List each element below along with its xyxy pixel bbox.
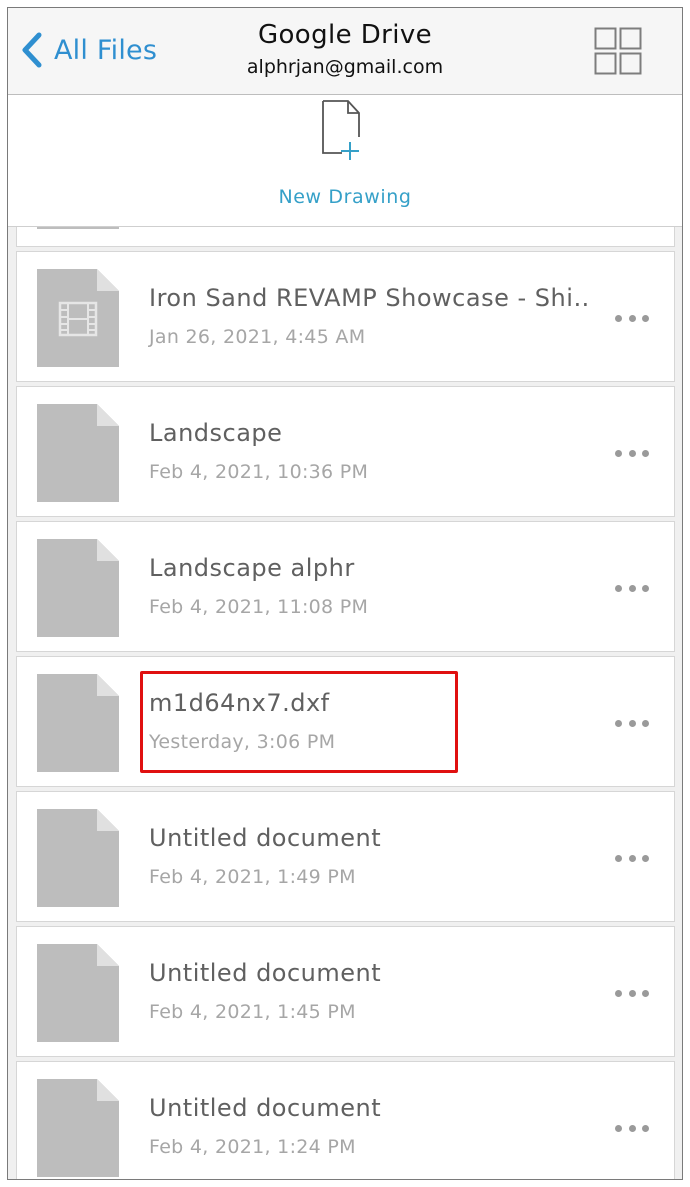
more-options-button[interactable] — [615, 713, 649, 733]
more-options-button[interactable] — [615, 983, 649, 1003]
file-thumbnail-edge — [37, 227, 119, 229]
new-drawing-button[interactable]: New Drawing — [8, 95, 682, 227]
file-name: Untitled document — [149, 959, 382, 987]
list-item-partial — [16, 227, 675, 247]
more-horizontal-icon — [615, 1124, 622, 1132]
app-window: All Files Google Drive alphrjan@gmail.co… — [7, 7, 683, 1180]
file-row[interactable]: Untitled document Feb 4, 2021, 1:24 PM — [16, 1061, 675, 1179]
file-icon — [37, 404, 119, 502]
new-drawing-label: New Drawing — [278, 186, 412, 208]
file-row-selected[interactable]: m1d64nx7.dxf Yesterday, 3:06 PM — [16, 656, 675, 787]
grid-view-icon — [594, 27, 642, 75]
file-list: Iron Sand REVAMP Showcase - Shi… Jan 26,… — [16, 227, 675, 1179]
more-horizontal-icon — [615, 584, 622, 592]
file-date: Feb 4, 2021, 11:08 PM — [149, 596, 369, 618]
file-row[interactable]: Untitled document Feb 4, 2021, 1:45 PM — [16, 926, 675, 1057]
file-date: Feb 4, 2021, 10:36 PM — [149, 461, 369, 483]
file-date: Feb 4, 2021, 1:24 PM — [149, 1136, 356, 1158]
file-name: Untitled document — [149, 1094, 382, 1122]
more-options-button[interactable] — [615, 308, 649, 328]
more-options-button[interactable] — [615, 1118, 649, 1138]
file-icon — [37, 1079, 119, 1177]
file-icon — [37, 674, 119, 772]
file-name: Landscape alphr — [149, 554, 355, 582]
more-options-button[interactable] — [615, 578, 649, 598]
file-icon — [37, 809, 119, 907]
file-row[interactable]: Untitled document Feb 4, 2021, 1:49 PM — [16, 791, 675, 922]
file-name: Untitled document — [149, 824, 382, 852]
file-date: Feb 4, 2021, 1:45 PM — [149, 1001, 356, 1023]
highlight-annotation-box — [140, 671, 458, 773]
page-title: Google Drive — [257, 20, 433, 50]
file-icon — [37, 539, 119, 637]
new-file-icon — [322, 100, 360, 160]
file-name: Iron Sand REVAMP Showcase - Shi… — [149, 284, 589, 312]
file-icon — [37, 944, 119, 1042]
video-file-icon — [37, 269, 119, 367]
file-row[interactable]: Landscape Feb 4, 2021, 10:36 PM — [16, 386, 675, 517]
file-row[interactable]: Landscape alphr Feb 4, 2021, 11:08 PM — [16, 521, 675, 652]
file-date: Feb 4, 2021, 1:49 PM — [149, 866, 356, 888]
more-horizontal-icon — [615, 314, 622, 322]
grid-view-button[interactable] — [594, 27, 642, 75]
more-options-button[interactable] — [615, 848, 649, 868]
file-date: Jan 26, 2021, 4:45 AM — [149, 326, 366, 348]
title-block: Google Drive alphrjan@gmail.com — [8, 18, 682, 80]
more-horizontal-icon — [615, 719, 622, 727]
file-name: Landscape — [149, 419, 283, 447]
more-horizontal-icon — [615, 854, 622, 862]
navigation-bar: All Files Google Drive alphrjan@gmail.co… — [8, 8, 682, 95]
file-row[interactable]: Iron Sand REVAMP Showcase - Shi… Jan 26,… — [16, 251, 675, 382]
more-horizontal-icon — [615, 989, 622, 997]
more-options-button[interactable] — [615, 443, 649, 463]
account-email: alphrjan@gmail.com — [246, 56, 444, 78]
more-horizontal-icon — [615, 449, 622, 457]
